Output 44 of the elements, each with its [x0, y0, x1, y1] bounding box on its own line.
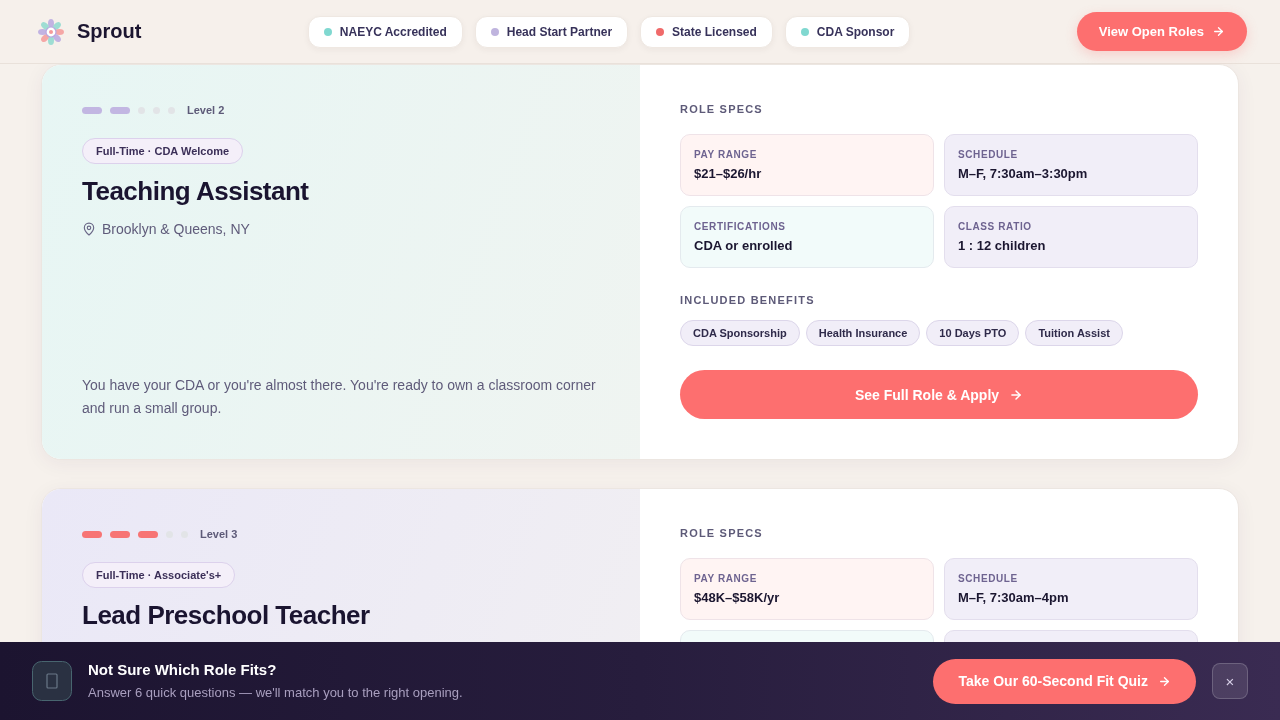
role-description: You have your CDA or you're almost there. You're ready to own a classroom corner and run a small group. — [82, 376, 597, 418]
spec-label: CLASS RATIO — [958, 221, 1033, 233]
spec-label: PAY RANGE — [694, 149, 758, 161]
role-tag: Full-Time · Associate's+ — [82, 562, 236, 588]
arrow-right-icon — [1212, 25, 1225, 38]
spec-label: SCHEDULE — [958, 149, 1019, 161]
brand-name: Sprout — [77, 20, 142, 43]
spec-label: SCHEDULE — [958, 573, 1019, 585]
arrow-right-icon — [1009, 387, 1024, 402]
apply-button[interactable]: See Full Role & Apply — [680, 370, 1198, 419]
role-location: Brooklyn & Queens, NY — [102, 220, 250, 239]
benefit-chip: Health Insurance — [805, 320, 921, 346]
benefit-chip: Tuition Assist — [1025, 320, 1123, 346]
section-heading: ROLE SPECS — [680, 527, 764, 540]
spec-value: CDA or enrolled — [694, 238, 794, 254]
benefit-chip: CDA Sponsorship — [680, 320, 800, 346]
role-title: Lead Preschool Teacher — [82, 599, 370, 631]
spec-label: CERTIFICATIONS — [694, 221, 787, 233]
role-title: Teaching Assistant — [82, 175, 309, 207]
spec-value: $21–$26/hr — [694, 166, 763, 182]
quiz-subtitle: Answer 6 quick questions — we'll match you to the right opening. — [88, 685, 463, 701]
quiz-title: Not Sure Which Role Fits? — [88, 661, 277, 679]
quiz-button[interactable]: Take Our 60-Second Fit Quiz — [933, 658, 1196, 704]
tile-icon — [32, 661, 72, 701]
level-label: Level 3 — [200, 528, 238, 540]
badge-label: State Licensed — [672, 24, 757, 39]
spec-value: $48K–$58K/yr — [694, 590, 781, 606]
spec-value: M–F, 7:30am–3:30pm — [958, 166, 1089, 182]
spec-value: 1 : 12 children — [958, 238, 1047, 254]
close-button[interactable]: × — [1212, 663, 1248, 699]
section-heading: ROLE SPECS — [680, 103, 764, 116]
section-heading: INCLUDED BENEFITS — [680, 294, 816, 307]
flower-logo-icon — [38, 18, 64, 45]
badge-label: NAEYC Accredited — [339, 24, 447, 39]
role-tag: Full-Time · CDA Welcome — [82, 138, 244, 164]
benefit-chip: 10 Days PTO — [926, 320, 1020, 346]
arrow-right-icon — [1158, 674, 1171, 688]
spec-value: M–F, 7:30am–4pm — [958, 590, 1070, 606]
spec-label: PAY RANGE — [694, 573, 758, 585]
level-label: Level 2 — [187, 104, 225, 116]
map-pin-icon — [82, 222, 96, 236]
badge-label: Head Start Partner — [506, 24, 613, 39]
view-roles-button[interactable]: View Open Roles — [1076, 12, 1247, 51]
badge-label: CDA Sponsor — [816, 24, 895, 39]
